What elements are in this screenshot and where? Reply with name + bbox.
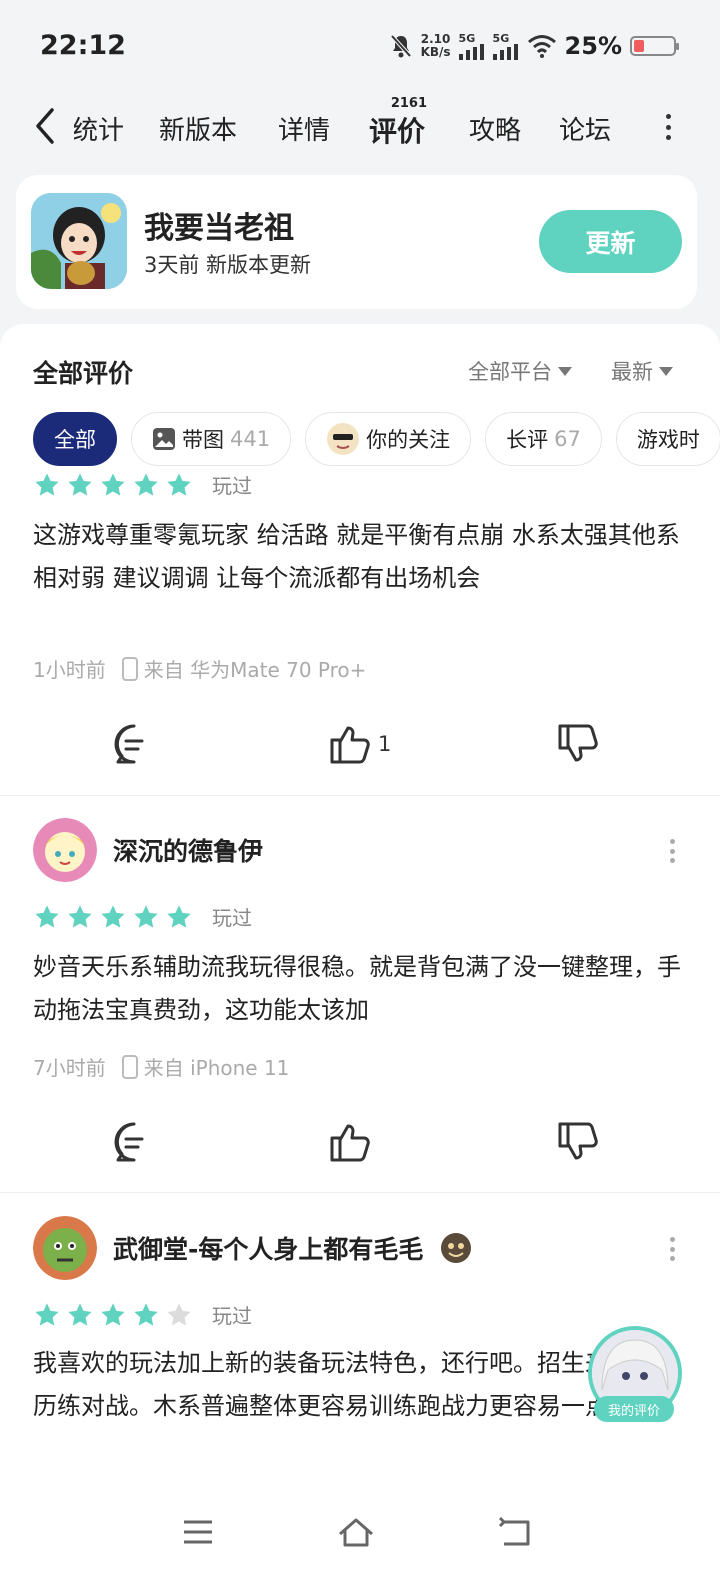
signal-bars-icon bbox=[492, 43, 518, 60]
star-icon bbox=[35, 472, 59, 496]
platform-filter[interactable]: 全部平台 bbox=[468, 356, 572, 386]
chip-playtime[interactable]: 游戏时 bbox=[615, 412, 720, 466]
review-meta: 7小时前 来自 iPhone 11 bbox=[33, 1054, 290, 1080]
avatar[interactable] bbox=[33, 1216, 97, 1280]
signal-1: 5G bbox=[458, 33, 485, 60]
sort-filter[interactable]: 最新 bbox=[611, 356, 673, 386]
tab-stats[interactable]: 统计 bbox=[74, 110, 124, 147]
dislike-button[interactable] bbox=[556, 722, 600, 766]
star-icon bbox=[167, 472, 191, 496]
mute-bell-icon bbox=[390, 34, 412, 58]
dislike-button[interactable] bbox=[556, 1120, 600, 1164]
wifi-icon bbox=[527, 35, 556, 58]
signal-2: 5G bbox=[492, 33, 519, 60]
star-icon bbox=[68, 904, 92, 928]
reviews-title: 全部评价 bbox=[33, 359, 134, 388]
review-user[interactable]: 深沉的德鲁伊 bbox=[33, 818, 263, 882]
back-icon[interactable] bbox=[496, 1512, 536, 1552]
rating-stars: 玩过 bbox=[33, 1300, 252, 1329]
review-count-badge: 2161 bbox=[390, 96, 428, 111]
review-meta: 1小时前 来自 华为Mate 70 Pro+ bbox=[33, 656, 367, 682]
star-icon bbox=[134, 472, 158, 496]
signal-bars-icon bbox=[458, 43, 484, 60]
star-icon bbox=[134, 904, 158, 928]
net-speed: 2.10 KB/s bbox=[420, 32, 451, 59]
image-icon bbox=[153, 428, 175, 450]
star-icon bbox=[101, 472, 125, 496]
thumbs-up-icon bbox=[330, 726, 370, 764]
more-options-icon[interactable] bbox=[670, 839, 676, 863]
more-icon[interactable] bbox=[666, 114, 674, 140]
thumbs-down-icon bbox=[558, 1122, 598, 1160]
star-icon bbox=[101, 904, 125, 928]
battery-icon bbox=[630, 36, 679, 56]
star-empty-icon bbox=[167, 1302, 191, 1326]
chevron-down-icon bbox=[558, 366, 572, 376]
review-actions: 1 bbox=[0, 722, 720, 772]
review-text[interactable]: 这游戏尊重零氪玩家 给活路 就是平衡有点崩 水系太强其他系相对弱 建议调调 让每… bbox=[33, 514, 683, 600]
system-nav-bar bbox=[0, 1490, 720, 1584]
review-text[interactable]: 妙音天乐系辅助流我玩得很稳。就是背包满了没一键整理，手动拖法宝真费劲，这功能太该… bbox=[33, 946, 683, 1032]
divider bbox=[0, 795, 720, 796]
app-update-info: 3天前 新版本更新 bbox=[144, 253, 312, 277]
star-icon bbox=[134, 1302, 158, 1326]
update-button[interactable]: 更新 bbox=[539, 210, 682, 273]
comment-button[interactable] bbox=[112, 1120, 156, 1164]
star-icon bbox=[35, 904, 59, 928]
battery-percent: 25% bbox=[564, 32, 622, 60]
top-tabs: 统计 新版本 详情 评价 2161 攻略 论坛 bbox=[0, 96, 720, 166]
menu-icon[interactable] bbox=[178, 1512, 218, 1552]
clock: 22:12 bbox=[40, 30, 126, 61]
my-review-label[interactable]: 我的评价 bbox=[594, 1396, 674, 1422]
chip-with-image[interactable]: 带图 441 bbox=[131, 412, 292, 466]
app-name: 我要当老祖 bbox=[144, 211, 294, 246]
username: 武御堂-每个人身上都有毛毛 bbox=[113, 1235, 424, 1264]
star-icon bbox=[101, 1302, 125, 1326]
review-actions bbox=[0, 1120, 720, 1170]
star-icon bbox=[68, 472, 92, 496]
like-button[interactable] bbox=[328, 1120, 378, 1164]
badge-icon bbox=[441, 1233, 472, 1263]
chip-long-review[interactable]: 长评 67 bbox=[485, 412, 602, 466]
star-icon bbox=[68, 1302, 92, 1326]
star-icon bbox=[167, 904, 191, 928]
chevron-down-icon bbox=[659, 366, 673, 376]
comment-icon bbox=[114, 1122, 144, 1162]
home-icon[interactable] bbox=[336, 1512, 376, 1552]
review-text[interactable]: 我喜欢的玩法加上新的装备玩法特色，还行吧。招生来玩一局历练对战。木系普遍整体更容… bbox=[33, 1342, 683, 1428]
status-bar: 22:12 2.10 KB/s 5G 5G 25% bbox=[0, 0, 720, 96]
more-options-icon[interactable] bbox=[670, 1237, 676, 1261]
back-arrow-icon[interactable] bbox=[28, 104, 68, 148]
avatar[interactable] bbox=[33, 818, 97, 882]
chip-all[interactable]: 全部 bbox=[33, 412, 117, 466]
phone-icon bbox=[121, 1054, 138, 1079]
divider bbox=[0, 1192, 720, 1193]
reviews-header: 全部评价 全部平台 最新 全部 带图 441 你的关注 长评 67 游戏时 bbox=[0, 324, 720, 474]
username: 深沉的德鲁伊 bbox=[113, 837, 264, 866]
comment-icon bbox=[114, 724, 144, 764]
review-user[interactable]: 武御堂-每个人身上都有毛毛 bbox=[33, 1216, 473, 1280]
filter-chips: 全部 带图 441 你的关注 长评 67 游戏时 bbox=[33, 412, 720, 466]
rating-stars: 玩过 bbox=[33, 902, 252, 931]
thumbs-down-icon bbox=[558, 724, 598, 762]
tab-details[interactable]: 详情 bbox=[278, 110, 330, 147]
tab-new-version[interactable]: 新版本 bbox=[159, 110, 237, 147]
rating-stars: 玩过 bbox=[33, 470, 252, 499]
like-button[interactable]: 1 bbox=[328, 722, 391, 766]
tab-reviews[interactable]: 评价 2161 bbox=[365, 96, 430, 152]
status-icons: 2.10 KB/s 5G 5G 25% bbox=[389, 28, 679, 64]
app-icon bbox=[31, 193, 127, 289]
avatar-icon bbox=[327, 423, 360, 455]
tab-guides[interactable]: 攻略 bbox=[469, 110, 521, 147]
phone-icon bbox=[121, 656, 138, 681]
app-card[interactable]: 我要当老祖 3天前 新版本更新 更新 bbox=[16, 175, 697, 309]
star-icon bbox=[35, 1302, 59, 1326]
chip-following[interactable]: 你的关注 bbox=[305, 412, 472, 466]
tab-forum[interactable]: 论坛 bbox=[559, 110, 611, 147]
comment-button[interactable] bbox=[112, 722, 156, 766]
thumbs-up-icon bbox=[330, 1124, 370, 1162]
